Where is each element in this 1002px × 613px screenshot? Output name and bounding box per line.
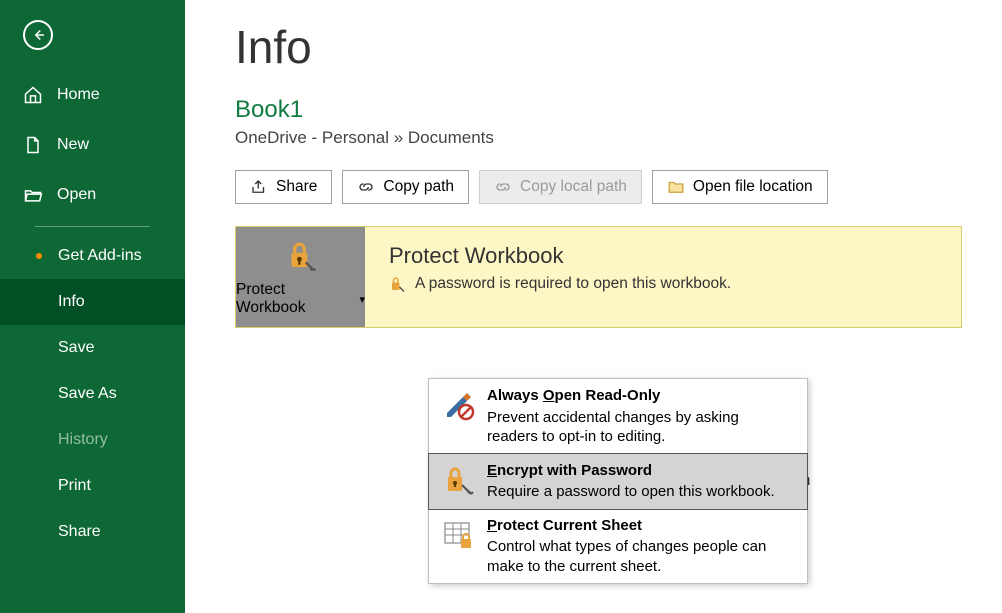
sidebar-item-print[interactable]: Print (0, 463, 185, 509)
open-file-location-button[interactable]: Open file location (652, 170, 828, 204)
sidebar-item-history[interactable]: History (0, 417, 185, 463)
lock-key-icon (443, 464, 475, 496)
dropdown-item-readonly[interactable]: Always Open Read-Only Prevent accidental… (429, 379, 807, 454)
pencil-denied-icon (443, 389, 475, 421)
sidebar-item-label: History (58, 431, 108, 449)
link-icon (357, 178, 375, 196)
button-label: Copy path (383, 178, 454, 196)
sidebar-item-label: Save (58, 339, 94, 357)
arrow-left-icon (29, 26, 47, 44)
dropdown-item-protect-sheet[interactable]: Protect Current Sheet Control what types… (429, 509, 807, 584)
button-label: Open file location (693, 178, 813, 196)
sidebar-item-label: Home (57, 86, 100, 104)
folder-icon (667, 178, 685, 196)
button-label: Share (276, 178, 317, 196)
share-button[interactable]: Share (235, 170, 332, 204)
protect-workbook-panel: Protect Workbook ▾ Protect Workbook A pa… (235, 226, 962, 328)
protect-workbook-dropdown: Always Open Read-Only Prevent accidental… (428, 378, 808, 584)
sidebar-item-label: Get Add-ins (58, 247, 142, 265)
dropdown-item-title: Always Open Read-Only (487, 386, 793, 406)
home-icon (23, 85, 43, 105)
lock-key-small-icon (389, 275, 407, 293)
page-title: Info (235, 20, 962, 74)
sidebar-item-saveas[interactable]: Save As (0, 371, 185, 417)
protect-workbook-button[interactable]: Protect Workbook ▾ (236, 227, 365, 327)
sidebar-divider (35, 226, 150, 227)
action-button-row: Share Copy path Copy local path Open fil… (235, 170, 962, 204)
protect-workbook-info: Protect Workbook A password is required … (365, 227, 755, 327)
dropdown-item-desc: Prevent accidental changes by asking rea… (487, 408, 793, 447)
sidebar-item-info[interactable]: Info (0, 279, 185, 325)
dropdown-item-title: Encrypt with Password (487, 461, 775, 481)
back-button[interactable] (23, 20, 53, 50)
sidebar-item-new[interactable]: New (0, 120, 185, 170)
protect-title: Protect Workbook (389, 243, 731, 269)
sidebar-item-label: Print (58, 477, 91, 495)
dropdown-item-desc: Require a password to open this workbook… (487, 482, 775, 502)
workbook-name: Book1 (235, 96, 962, 124)
sidebar-item-home[interactable]: Home (0, 70, 185, 120)
dropdown-item-encrypt[interactable]: Encrypt with Password Require a password… (428, 453, 808, 510)
protect-description: A password is required to open this work… (415, 275, 731, 293)
share-icon (250, 178, 268, 196)
folder-open-icon (23, 185, 43, 205)
document-icon (23, 135, 43, 155)
main-content: Info Book1 OneDrive - Personal » Documen… (185, 0, 1002, 613)
copy-path-button[interactable]: Copy path (342, 170, 469, 204)
sidebar-item-save[interactable]: Save (0, 325, 185, 371)
sidebar-item-open[interactable]: Open (0, 170, 185, 220)
sidebar-item-label: New (57, 136, 89, 154)
sidebar-item-label: Save As (58, 385, 117, 403)
sidebar-item-label: Info (58, 293, 85, 311)
lock-key-icon (282, 237, 320, 275)
link-icon (494, 178, 512, 196)
sidebar-item-label: Share (58, 523, 101, 541)
button-label: Protect Workbook (236, 281, 355, 317)
dropdown-item-desc: Control what types of changes people can… (487, 537, 793, 576)
breadcrumb: OneDrive - Personal » Documents (235, 128, 962, 148)
sidebar: Home New Open Get Add-ins Info Save Save… (0, 0, 185, 613)
sidebar-item-label: Open (57, 186, 96, 204)
button-label: Copy local path (520, 178, 627, 196)
copy-local-path-button: Copy local path (479, 170, 642, 204)
dropdown-item-title: Protect Current Sheet (487, 516, 793, 536)
notification-dot-icon (36, 253, 42, 259)
sheet-lock-icon (443, 519, 475, 551)
sidebar-item-addins[interactable]: Get Add-ins (0, 233, 185, 279)
sidebar-item-share[interactable]: Share (0, 509, 185, 555)
